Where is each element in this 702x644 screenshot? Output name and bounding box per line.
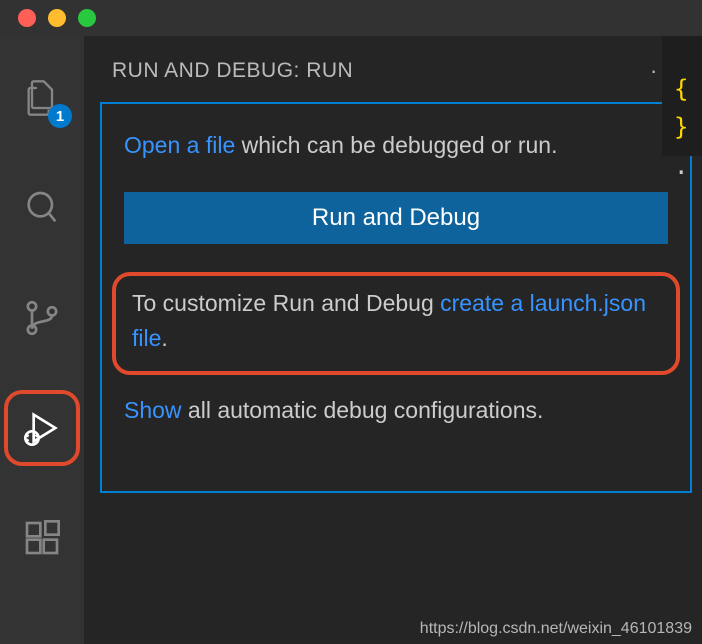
customize-text-suffix: . — [161, 325, 167, 351]
show-text: all automatic debug configurations. — [182, 397, 544, 423]
activity-bar: 1 — [0, 36, 84, 644]
run-debug-sidebar: RUN AND DEBUG: RUN ··· Open a file which… — [84, 36, 702, 644]
activity-explorer[interactable]: 1 — [8, 64, 76, 132]
sidebar-header: RUN AND DEBUG: RUN ··· — [84, 36, 702, 102]
extensions-icon — [22, 518, 62, 558]
editor-continuation: . — [674, 147, 702, 185]
search-icon — [22, 188, 62, 228]
open-file-prompt: Open a file which can be debugged or run… — [124, 128, 668, 164]
branch-icon — [22, 298, 62, 338]
activity-search[interactable] — [8, 174, 76, 242]
run-debug-panel: Open a file which can be debugged or run… — [100, 102, 692, 493]
activity-run-debug[interactable] — [8, 394, 76, 462]
explorer-badge: 1 — [48, 104, 72, 128]
watermark-text: https://blog.csdn.net/weixin_46101839 — [420, 620, 692, 638]
open-file-link[interactable]: Open a file — [124, 132, 235, 158]
window-titlebar — [0, 0, 702, 36]
customize-text-prefix: To customize Run and Debug — [132, 290, 440, 316]
close-window-button[interactable] — [18, 9, 36, 27]
editor-brace: { } — [674, 70, 702, 147]
show-configs-prompt: Show all automatic debug configurations. — [124, 393, 668, 429]
show-link[interactable]: Show — [124, 397, 182, 423]
activity-extensions[interactable] — [8, 504, 76, 572]
create-launch-highlight: To customize Run and Debug create a laun… — [112, 272, 680, 375]
minimize-window-button[interactable] — [48, 9, 66, 27]
maximize-window-button[interactable] — [78, 9, 96, 27]
editor-peek: { } . — [662, 36, 702, 156]
activity-source-control[interactable] — [8, 284, 76, 352]
run-and-debug-button[interactable]: Run and Debug — [124, 192, 668, 244]
sidebar-title: RUN AND DEBUG: RUN — [112, 59, 353, 83]
open-file-text: which can be debugged or run. — [235, 132, 557, 158]
play-bug-icon — [22, 408, 62, 448]
